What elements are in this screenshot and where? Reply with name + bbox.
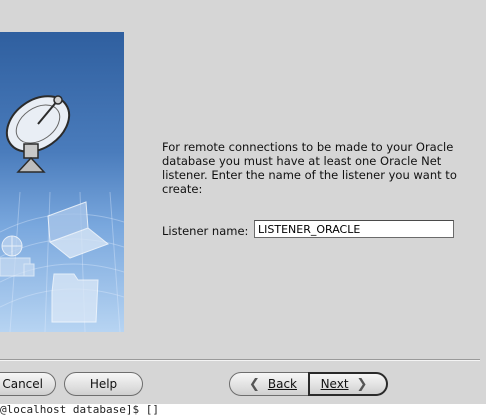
chevron-right-icon: ❯ [356, 376, 368, 392]
cancel-button-label: Cancel [2, 377, 43, 391]
listener-instructions: For remote connections to be made to you… [162, 140, 457, 196]
banner-illustration [0, 95, 124, 332]
folder-icon [51, 273, 99, 323]
satellite-dish-icon [5, 95, 71, 173]
chevron-left-icon: ❮ [248, 376, 260, 392]
back-button-label: Back [267, 377, 298, 391]
background-terminal: @localhost database]$ [] [0, 404, 486, 416]
back-button[interactable]: ❮ Back [229, 372, 309, 396]
next-button[interactable]: Next ❯ [308, 372, 388, 396]
listener-name-input[interactable] [254, 220, 454, 238]
oracle-net-config-wizard: For remote connections to be made to you… [0, 0, 486, 416]
help-button-label: Help [89, 377, 118, 391]
next-button-label: Next [320, 377, 349, 391]
laptop-icon [47, 201, 110, 259]
listener-name-label: Listener name: [162, 224, 249, 238]
wizard-banner-image [0, 32, 124, 332]
terminal-prompt-text: @localhost database]$ [] [0, 404, 159, 416]
cancel-button[interactable]: Cancel [0, 372, 56, 396]
button-bar-separator [0, 359, 480, 361]
help-button[interactable]: Help [64, 372, 143, 396]
globe-icon [1, 235, 23, 257]
